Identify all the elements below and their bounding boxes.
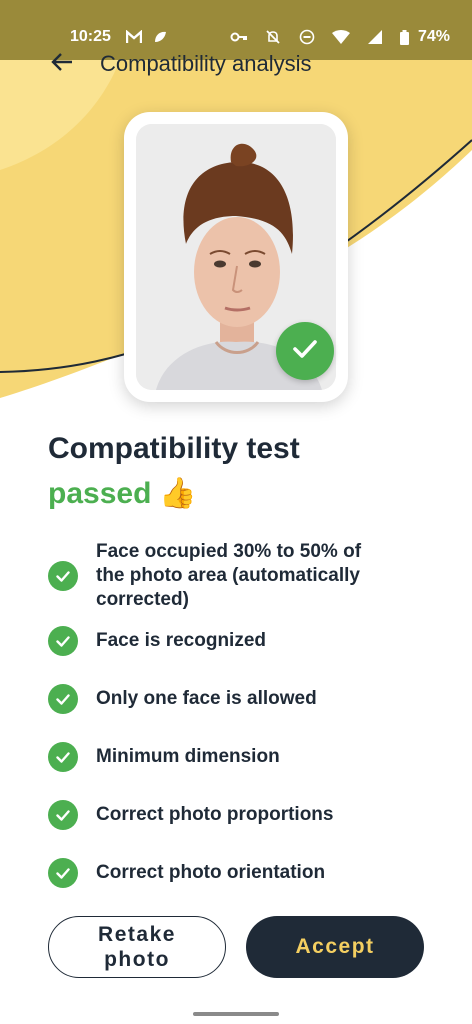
check-label: Correct photo proportions (96, 804, 334, 825)
result-title: Compatibility test (48, 432, 300, 465)
check-item-face-recognized: Face is recognized (48, 626, 438, 656)
back-button[interactable] (38, 44, 86, 84)
check-label: Face is recognized (96, 630, 267, 651)
page-title: Compatibility analysis (100, 51, 312, 76)
thumbs-up-icon: 👍 (159, 477, 197, 510)
check-item-one-face: Only one face is allowed (48, 684, 438, 714)
app-bar: Compatibility analysis (0, 44, 472, 84)
check-label: Face occupied 30% to 50% of the photo ar… (96, 541, 362, 610)
check-circle-icon (48, 858, 78, 888)
check-circle-icon (48, 561, 78, 591)
photo-card (124, 112, 348, 402)
check-item-face-area: Face occupied 30% to 50% of the photo ar… (48, 540, 438, 612)
accept-button[interactable]: Accept (246, 916, 424, 978)
retake-photo-button[interactable]: Retake photo (48, 916, 226, 978)
checkmark-icon (292, 339, 318, 364)
check-item-orientation: Correct photo orientation (48, 858, 438, 888)
home-indicator[interactable] (193, 1012, 279, 1016)
arrow-left-icon (51, 52, 73, 76)
check-item-min-dimension: Minimum dimension (48, 742, 438, 772)
result-status: passed 👍 (48, 476, 197, 511)
check-circle-icon (48, 742, 78, 772)
check-label: Correct photo orientation (96, 862, 326, 883)
check-circle-icon (48, 684, 78, 714)
check-label: Only one face is allowed (96, 688, 317, 709)
check-circle-icon (48, 800, 78, 830)
check-item-proportions: Correct photo proportions (48, 800, 438, 830)
result-status-text: passed (48, 476, 152, 510)
check-circle-icon (48, 626, 78, 656)
check-label: Minimum dimension (96, 746, 280, 767)
approved-badge (276, 322, 334, 380)
